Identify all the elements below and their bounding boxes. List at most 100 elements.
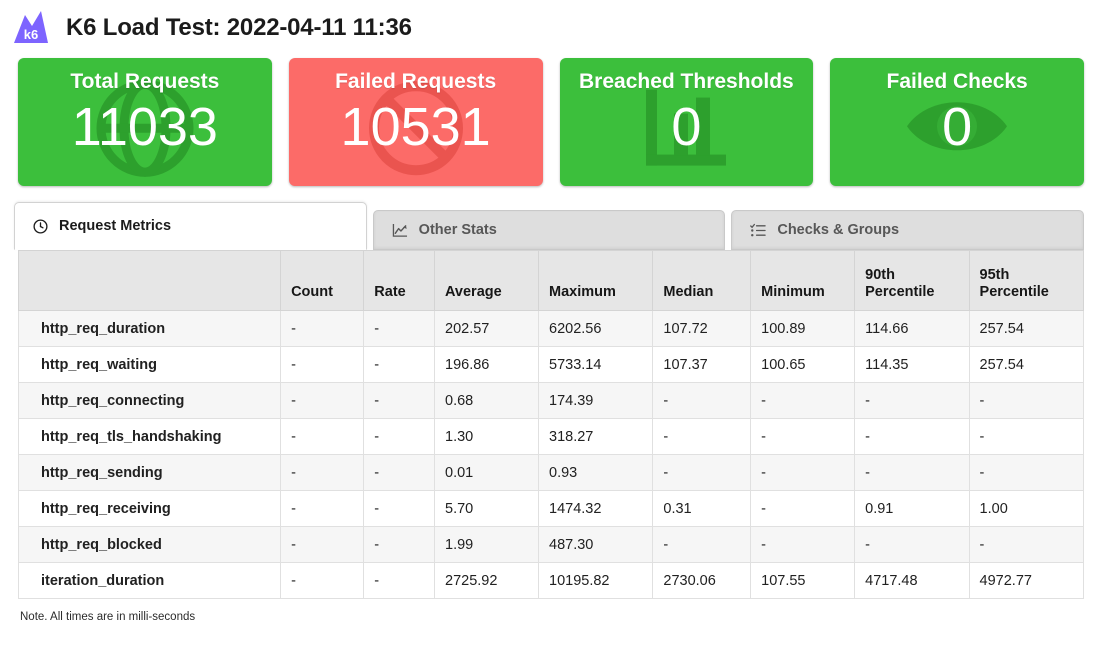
task-list-icon <box>750 223 766 238</box>
stat-card-value: 0 <box>671 100 701 154</box>
column-header-rate[interactable]: Rate <box>364 251 435 311</box>
request-metrics-table: Count Rate Average Maximum Median Minimu… <box>18 250 1084 599</box>
metric-value-cell: 1.99 <box>435 527 539 563</box>
metric-value-cell: 257.54 <box>969 311 1083 347</box>
metric-value-cell: 100.89 <box>751 311 855 347</box>
metric-value-cell: - <box>364 383 435 419</box>
metric-value-cell: - <box>969 527 1083 563</box>
table-header: Count Rate Average Maximum Median Minimu… <box>19 251 1084 311</box>
stat-card-failed-requests[interactable]: Failed Requests 10531 <box>289 58 543 186</box>
stat-card-row: Total Requests 11033 Failed Requests 105… <box>0 52 1100 186</box>
metric-name-cell: http_req_waiting <box>19 347 281 383</box>
metric-value-cell: - <box>969 455 1083 491</box>
metric-value-cell: - <box>281 527 364 563</box>
chart-line-icon <box>392 223 408 238</box>
column-header-p90[interactable]: 90th Percentile <box>855 251 969 311</box>
metric-value-cell: 0.31 <box>653 491 751 527</box>
metric-name-cell: iteration_duration <box>19 563 281 599</box>
metric-value-cell: 100.65 <box>751 347 855 383</box>
stat-card-title: Failed Checks <box>887 70 1028 94</box>
metric-value-cell: - <box>364 419 435 455</box>
column-header-count[interactable]: Count <box>281 251 364 311</box>
metric-value-cell: 4717.48 <box>855 563 969 599</box>
column-header-p95[interactable]: 95th Percentile <box>969 251 1083 311</box>
tab-checks-and-groups[interactable]: Checks & Groups <box>731 210 1084 250</box>
metric-name-cell: http_req_receiving <box>19 491 281 527</box>
clock-icon <box>33 219 48 234</box>
metrics-table-container: Count Rate Average Maximum Median Minimu… <box>0 250 1100 599</box>
metric-value-cell: 5.70 <box>435 491 539 527</box>
metric-value-cell: - <box>969 383 1083 419</box>
tab-request-metrics[interactable]: Request Metrics <box>14 202 367 250</box>
metric-value-cell: - <box>855 383 969 419</box>
column-header-metric[interactable] <box>19 251 281 311</box>
stat-card-total-requests[interactable]: Total Requests 11033 <box>18 58 272 186</box>
table-footnote: Note. All times are in milli-seconds <box>0 599 1100 623</box>
stat-card-title: Total Requests <box>70 70 219 94</box>
table-body: http_req_duration--202.576202.56107.7210… <box>19 311 1084 599</box>
tab-other-stats[interactable]: Other Stats <box>373 210 726 250</box>
metric-value-cell: 1.30 <box>435 419 539 455</box>
metric-value-cell: - <box>364 527 435 563</box>
table-header-row: Count Rate Average Maximum Median Minimu… <box>19 251 1084 311</box>
metric-value-cell: - <box>281 347 364 383</box>
metric-value-cell: - <box>364 563 435 599</box>
metric-value-cell: - <box>653 527 751 563</box>
tab-bar: Request Metrics Other Stats <box>0 186 1100 250</box>
metric-name-cell: http_req_tls_handshaking <box>19 419 281 455</box>
metric-value-cell: 174.39 <box>539 383 653 419</box>
stat-card-failed-checks[interactable]: Failed Checks 0 <box>830 58 1084 186</box>
metric-value-cell: - <box>751 419 855 455</box>
table-row: http_req_duration--202.576202.56107.7210… <box>19 311 1084 347</box>
metric-name-cell: http_req_connecting <box>19 383 281 419</box>
column-header-average[interactable]: Average <box>435 251 539 311</box>
metric-value-cell: 318.27 <box>539 419 653 455</box>
table-row: http_req_sending--0.010.93---- <box>19 455 1084 491</box>
page-title: K6 Load Test: 2022-04-11 11:36 <box>66 14 412 42</box>
metric-value-cell: 114.66 <box>855 311 969 347</box>
metric-value-cell: 5733.14 <box>539 347 653 383</box>
metric-value-cell: 107.72 <box>653 311 751 347</box>
metric-value-cell: - <box>281 563 364 599</box>
metric-value-cell: 487.30 <box>539 527 653 563</box>
metric-value-cell: 2725.92 <box>435 563 539 599</box>
metric-value-cell: 0.68 <box>435 383 539 419</box>
metric-value-cell: 0.01 <box>435 455 539 491</box>
metric-value-cell: - <box>855 455 969 491</box>
metric-value-cell: 107.55 <box>751 563 855 599</box>
metric-value-cell: 6202.56 <box>539 311 653 347</box>
metric-value-cell: - <box>281 455 364 491</box>
metric-value-cell: 257.54 <box>969 347 1083 383</box>
stat-card-value: 11033 <box>72 100 218 154</box>
table-row: http_req_tls_handshaking--1.30318.27---- <box>19 419 1084 455</box>
metric-value-cell: - <box>855 419 969 455</box>
k6-dashboard-page: k6 K6 Load Test: 2022-04-11 11:36 Total … <box>0 0 1100 666</box>
metric-value-cell: - <box>364 491 435 527</box>
metric-value-cell: - <box>653 455 751 491</box>
metric-value-cell: - <box>281 491 364 527</box>
metric-value-cell: - <box>653 383 751 419</box>
table-row: iteration_duration--2725.9210195.822730.… <box>19 563 1084 599</box>
metric-value-cell: - <box>281 383 364 419</box>
svg-text:k6: k6 <box>24 27 38 42</box>
metric-value-cell: 1474.32 <box>539 491 653 527</box>
metric-name-cell: http_req_blocked <box>19 527 281 563</box>
metric-value-cell: - <box>751 527 855 563</box>
metric-value-cell: - <box>364 347 435 383</box>
metric-value-cell: 196.86 <box>435 347 539 383</box>
metric-value-cell: - <box>751 491 855 527</box>
metric-value-cell: 114.35 <box>855 347 969 383</box>
metric-value-cell: 202.57 <box>435 311 539 347</box>
stat-card-title: Breached Thresholds <box>579 70 794 94</box>
column-header-minimum[interactable]: Minimum <box>751 251 855 311</box>
metric-value-cell: - <box>364 455 435 491</box>
column-header-median[interactable]: Median <box>653 251 751 311</box>
metric-value-cell: 0.91 <box>855 491 969 527</box>
table-row: http_req_blocked--1.99487.30---- <box>19 527 1084 563</box>
metric-value-cell: - <box>969 419 1083 455</box>
stat-card-breached-thresholds[interactable]: Breached Thresholds 0 <box>560 58 814 186</box>
k6-logo-icon: k6 <box>10 9 50 47</box>
metric-value-cell: 4972.77 <box>969 563 1083 599</box>
column-header-maximum[interactable]: Maximum <box>539 251 653 311</box>
metric-value-cell: - <box>751 455 855 491</box>
